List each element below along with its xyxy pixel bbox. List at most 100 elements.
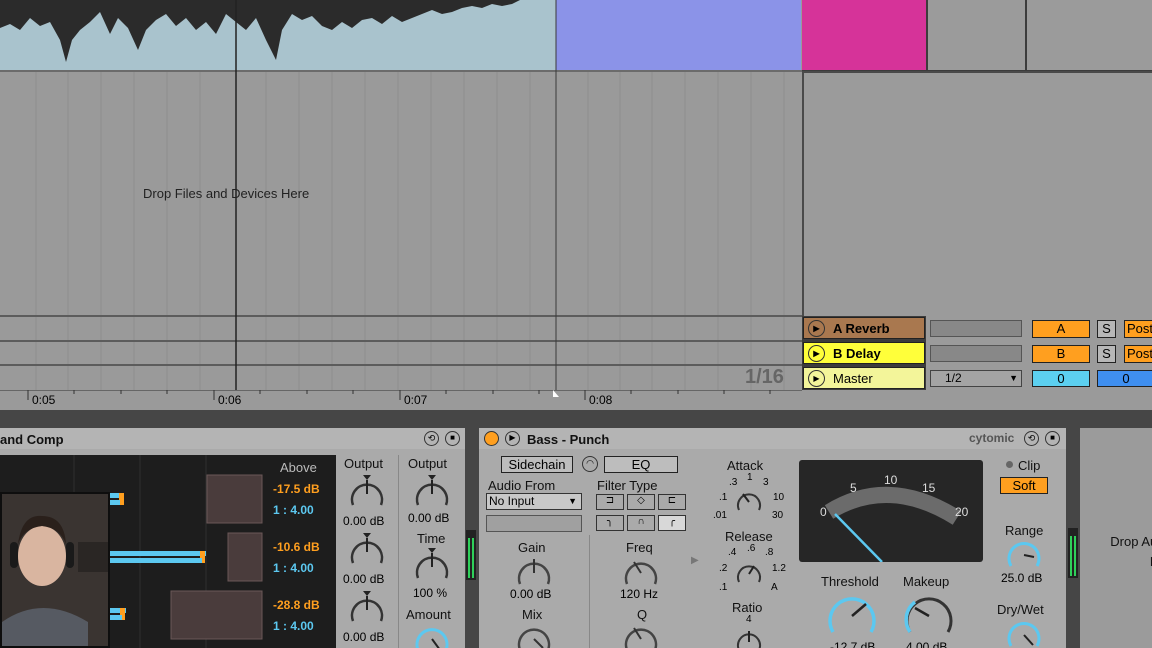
clip-slot-pink[interactable] (802, 0, 926, 70)
quantize-display[interactable]: 1/16 (745, 366, 784, 389)
ratio-scale-top: 4 (746, 614, 752, 625)
save-icon[interactable]: ■ (445, 431, 460, 446)
makeup-value: 4.00 dB (906, 640, 948, 648)
solo-button-b[interactable]: S (1097, 345, 1116, 363)
section-divider (589, 535, 590, 648)
audio-channel-select[interactable] (486, 515, 582, 532)
band-threshold-high[interactable]: -17.5 dB (273, 482, 320, 496)
attack-label: Attack (727, 458, 764, 473)
band-output-knob-mid[interactable] (348, 533, 386, 571)
filter-lowshelf-icon[interactable]: ╮ (596, 515, 624, 531)
level-meter-right (1068, 528, 1078, 578)
solo-button-a[interactable]: S (1097, 320, 1116, 338)
tick-0-05: 0:05 (32, 393, 56, 407)
track-name: A Reverb (833, 320, 890, 336)
dry-wet-knob[interactable] (1006, 617, 1042, 648)
sync-icon[interactable]: ⟲ (1024, 431, 1039, 446)
master-volume-b[interactable]: 0 (1097, 370, 1152, 387)
threshold-knob[interactable] (826, 590, 878, 642)
sidechain-button[interactable]: Sidechain (501, 456, 573, 473)
expand-arrow-icon[interactable]: ▶ (691, 555, 699, 566)
filter-highshelf-icon[interactable]: ╭ (658, 515, 686, 531)
filter-peak-icon[interactable]: ∩ (627, 515, 655, 531)
attack-scale-4: 10 (773, 492, 785, 503)
band-output-knob-high[interactable] (348, 475, 386, 513)
release-scale-6: A (771, 582, 778, 593)
makeup-label: Makeup (903, 574, 950, 589)
amount-knob[interactable] (413, 620, 451, 648)
brand-logo: cytomic (969, 431, 1015, 445)
mix-knob[interactable] (515, 620, 553, 648)
filter-highpass-icon[interactable]: ⊏ (658, 494, 686, 510)
grid-lines (0, 0, 802, 390)
ratio-knob[interactable] (735, 628, 763, 648)
meter-scale-20: 20 (955, 505, 969, 519)
band-threshold-low[interactable]: -28.8 dB (273, 598, 320, 612)
attack-knob[interactable] (735, 488, 763, 516)
post-button-b[interactable]: Post (1124, 345, 1152, 363)
band-ratio-low[interactable]: 1 : 4.00 (273, 619, 314, 633)
play-icon[interactable]: ▶ (808, 319, 825, 337)
headphones-icon[interactable]: ◠ (582, 456, 598, 472)
bus-comp-title: Bass - Punch (527, 432, 610, 447)
band-output-knob-low[interactable] (348, 591, 386, 629)
column-divider (398, 455, 399, 648)
release-scale-2: .8 (765, 547, 774, 558)
attack-scale-3: .1 (719, 492, 728, 503)
left-device-title-bar[interactable] (0, 428, 465, 449)
band-output-value-mid: 0.00 dB (343, 572, 385, 586)
ratio-label: Ratio (732, 600, 763, 615)
audio-input-select[interactable]: No Input ▼ (486, 493, 582, 510)
master-io-select[interactable]: 1/2 ▼ (930, 370, 1022, 387)
input-field-a[interactable] (930, 320, 1022, 337)
master-track[interactable]: ▶ Master (803, 367, 925, 389)
ruler-right (802, 390, 1152, 410)
session-area[interactable] (802, 71, 1152, 316)
release-knob[interactable] (735, 560, 763, 588)
range-value: 25.0 dB (1001, 571, 1043, 585)
release-label: Release (725, 529, 773, 544)
filter-lowpass-icon[interactable]: ⊐ (596, 494, 624, 510)
input-field-b[interactable] (930, 345, 1022, 362)
clip-led (1006, 461, 1013, 468)
global-output-knob[interactable] (413, 475, 451, 513)
post-button-a[interactable]: Post (1124, 320, 1152, 338)
attack-scale-5: .01 (713, 510, 727, 521)
band-threshold-mid[interactable]: -10.6 dB (273, 540, 320, 554)
q-knob[interactable] (622, 620, 660, 648)
master-volume-a[interactable]: 0 (1032, 370, 1090, 387)
range-knob[interactable] (1006, 537, 1042, 573)
return-track-b-delay[interactable]: ▶ B Delay (803, 342, 925, 364)
time-value: 100 % (413, 586, 448, 600)
eq-button[interactable]: EQ (604, 456, 678, 473)
return-tag-b[interactable]: B (1032, 345, 1090, 363)
release-scale-1: .6 (747, 543, 756, 554)
clip-slot-gray-2[interactable] (1027, 0, 1152, 70)
makeup-knob[interactable] (903, 590, 955, 642)
meter-scale-10: 10 (884, 473, 898, 487)
attack-scale-2: 3 (763, 477, 769, 488)
meter-scale-5: 5 (850, 481, 857, 495)
return-track-a-reverb[interactable]: ▶ A Reverb (803, 317, 925, 339)
return-tag-a[interactable]: A (1032, 320, 1090, 338)
release-scale-3: .2 (719, 563, 728, 574)
release-scale-0: .4 (728, 547, 737, 558)
play-icon[interactable]: ▶ (808, 369, 825, 387)
loop-marker-icon (553, 390, 559, 397)
band-ratio-high[interactable]: 1 : 4.00 (273, 503, 314, 517)
sync-icon[interactable]: ⟲ (424, 431, 439, 446)
meter-scale-15: 15 (922, 481, 936, 495)
filter-bandpass-icon[interactable]: ◇ (627, 494, 655, 510)
time-knob[interactable] (413, 548, 451, 586)
track-name: Master (833, 370, 873, 386)
clip-slot-gray-1[interactable] (928, 0, 1025, 70)
play-icon[interactable]: ▶ (808, 344, 825, 362)
band-ratio-mid[interactable]: 1 : 4.00 (273, 561, 314, 575)
device-on-toggle[interactable] (484, 431, 499, 446)
range-label: Range (1005, 523, 1044, 538)
threshold-value: -12.7 dB (830, 640, 876, 648)
band-output-value-low: 0.00 dB (343, 630, 385, 644)
save-icon[interactable]: ■ (1045, 431, 1060, 446)
soft-clip-button[interactable]: Soft (1000, 477, 1048, 494)
play-icon[interactable]: ▶ (505, 431, 520, 446)
